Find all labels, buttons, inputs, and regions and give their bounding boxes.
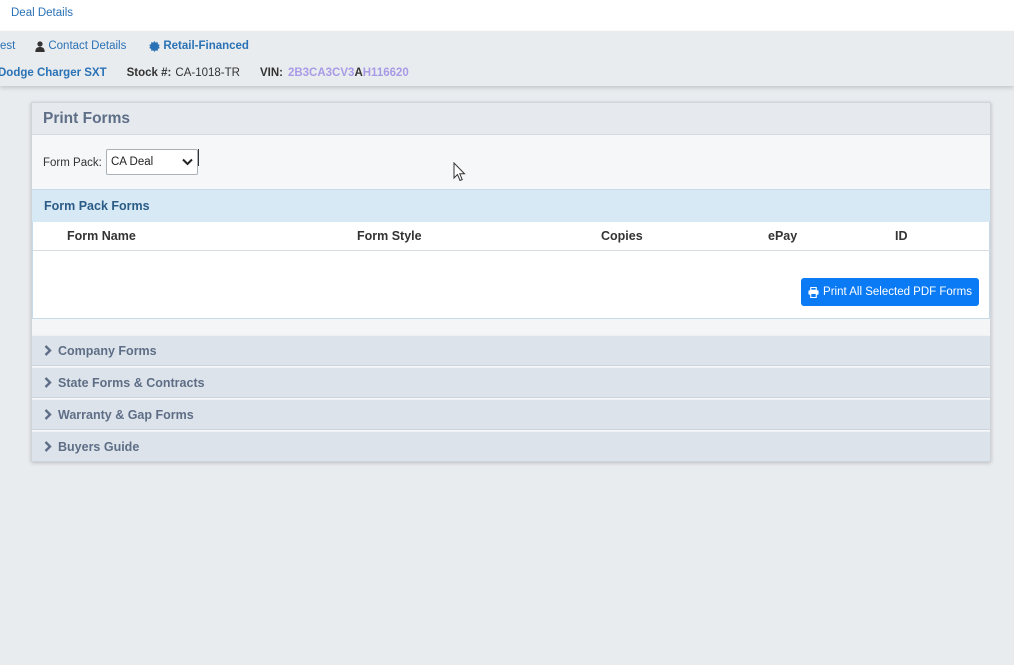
column-form-name[interactable]: Form Name: [67, 229, 136, 243]
form-pack-label: Form Pack:: [43, 157, 102, 169]
chevron-right-icon: [44, 409, 52, 420]
vehicle-name[interactable]: Dodge Charger SXT: [0, 67, 107, 79]
section-buyers-guide[interactable]: Buyers Guide: [32, 431, 990, 462]
forms-table: Form Name Form Style Copies ePay ID Prin…: [32, 222, 991, 319]
section-spacer: [32, 319, 990, 335]
deal-type-badge[interactable]: Retail-Financed: [149, 40, 249, 52]
chevron-down-icon: [182, 158, 193, 166]
vehicle-info: Dodge Charger SXT Stock #: CA-1018-TR VI…: [0, 66, 409, 80]
table-header: Form Name Form Style Copies ePay ID: [33, 222, 991, 251]
print-forms-panel: Print Forms Form Pack: CA Deal Form Pack…: [31, 102, 991, 462]
vin-segment-2: A: [354, 67, 363, 79]
print-all-label: Print All Selected PDF Forms: [823, 286, 972, 298]
user-icon: [35, 40, 46, 52]
deal-type-label: Retail-Financed: [163, 40, 249, 52]
stock-value: CA-1018-TR: [175, 67, 240, 79]
section-label: Warranty & Gap Forms: [58, 408, 194, 422]
form-pack-selected-value: CA Deal: [111, 156, 154, 168]
column-epay[interactable]: ePay: [768, 229, 797, 243]
vin-segment-3: H116620: [362, 67, 409, 79]
section-label: Company Forms: [58, 344, 157, 358]
vin-value: 2B3CA3CV3AH116620: [288, 67, 409, 79]
vin-segment-1: 2B3CA3CV3: [287, 67, 355, 79]
vin-label: VIN:: [259, 67, 283, 79]
print-forms-header: Print Forms: [32, 103, 990, 135]
column-id[interactable]: ID: [895, 229, 908, 243]
section-label: State Forms & Contracts: [58, 376, 205, 390]
breadcrumb-deal-details[interactable]: Deal Details: [11, 7, 73, 19]
form-pack-row: Form Pack: CA Deal: [32, 136, 990, 189]
panel-title: Print Forms: [43, 110, 130, 127]
nav-contact-label: Contact Details: [48, 40, 127, 52]
chevron-right-icon: [44, 345, 52, 356]
section-company-forms[interactable]: Company Forms: [32, 335, 990, 366]
chevron-right-icon: [44, 377, 52, 388]
form-pack-select[interactable]: CA Deal: [106, 149, 198, 175]
nav-item-contact-details[interactable]: Contact Details: [35, 40, 126, 52]
nav-item-partial[interactable]: est: [0, 40, 15, 52]
chevron-right-icon: [44, 441, 52, 452]
mouse-cursor-icon: [453, 162, 466, 182]
column-form-style[interactable]: Form Style: [357, 229, 422, 243]
section-state-forms[interactable]: State Forms & Contracts: [32, 367, 990, 398]
print-all-button[interactable]: Print All Selected PDF Forms: [801, 278, 979, 306]
section-label: Buyers Guide: [58, 440, 140, 454]
form-pack-forms-header: Form Pack Forms: [32, 189, 990, 222]
column-copies[interactable]: Copies: [601, 229, 643, 243]
stock-label: Stock #:: [126, 67, 172, 79]
deal-nav: est Contact Details Retail-Financed: [0, 39, 249, 53]
form-pack-forms-title: Form Pack Forms: [44, 199, 150, 213]
badge-icon: [149, 40, 161, 52]
section-warranty-gap-forms[interactable]: Warranty & Gap Forms: [32, 399, 990, 430]
printer-icon: [808, 286, 819, 298]
text-caret: [198, 149, 199, 166]
top-bar: Deal Details: [0, 0, 1014, 31]
deal-subheader: est Contact Details Retail-Financed Dodg…: [0, 31, 1014, 86]
